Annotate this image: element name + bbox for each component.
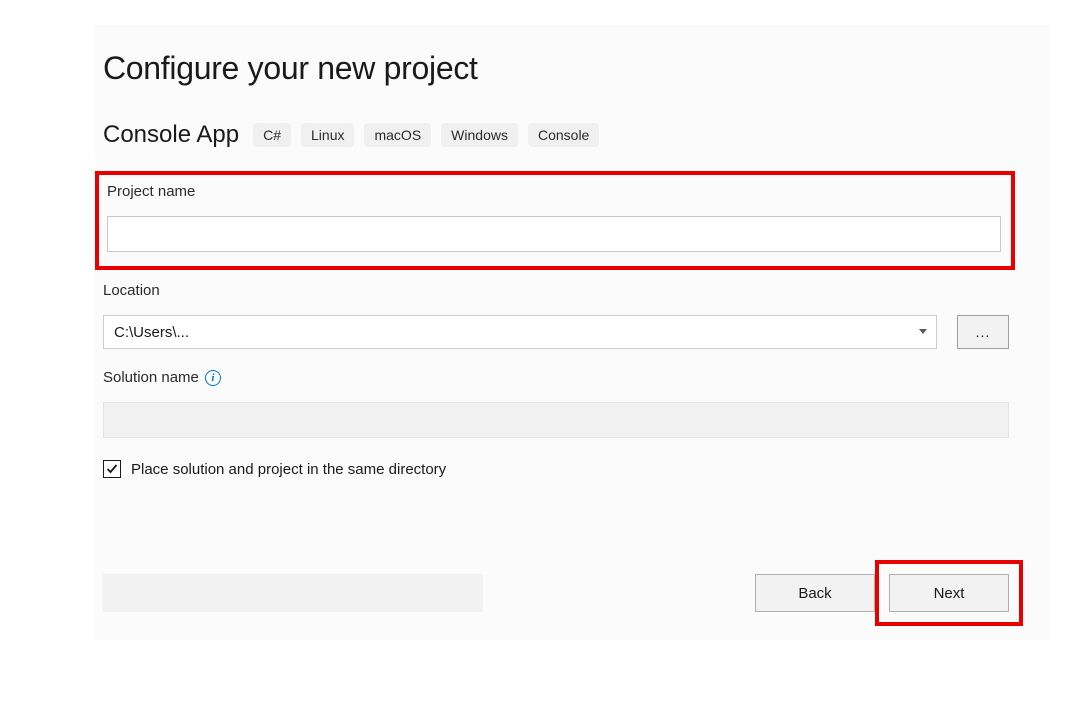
location-group: Location ...: [103, 282, 1009, 349]
tag-linux: Linux: [301, 123, 354, 147]
info-icon[interactable]: i: [205, 370, 221, 386]
location-input[interactable]: [103, 315, 937, 349]
next-button-highlight: Next: [875, 560, 1023, 626]
bottom-bar: Back Next: [103, 574, 1009, 612]
template-tags: C# Linux macOS Windows Console: [253, 123, 599, 147]
project-name-highlight: Project name: [95, 171, 1015, 270]
template-row: Console App C# Linux macOS Windows Conso…: [103, 121, 1009, 149]
solution-name-label-row: Solution name i: [103, 369, 1009, 386]
configure-project-panel: Configure your new project Console App C…: [95, 25, 1049, 640]
tag-csharp: C#: [253, 123, 291, 147]
solution-name-input: [103, 402, 1009, 438]
same-directory-checkbox[interactable]: [103, 460, 121, 478]
project-name-label: Project name: [107, 183, 1001, 200]
same-directory-row: Place solution and project in the same d…: [103, 460, 1009, 478]
template-name: Console App: [103, 121, 239, 149]
page-title: Configure your new project: [103, 50, 1009, 87]
back-button[interactable]: Back: [755, 574, 875, 612]
same-directory-label: Place solution and project in the same d…: [131, 461, 446, 478]
tag-windows: Windows: [441, 123, 518, 147]
project-name-input[interactable]: [107, 216, 1001, 252]
tag-console: Console: [528, 123, 599, 147]
checkmark-icon: [106, 463, 118, 475]
solution-name-label: Solution name: [103, 369, 199, 386]
tag-macos: macOS: [364, 123, 431, 147]
location-label: Location: [103, 282, 1009, 299]
browse-label: ...: [976, 324, 991, 340]
bottom-placeholder: [103, 574, 483, 612]
location-select-wrapper: [103, 315, 937, 349]
solution-name-group: Solution name i: [103, 369, 1009, 438]
browse-button[interactable]: ...: [957, 315, 1009, 349]
next-button[interactable]: Next: [889, 574, 1009, 612]
